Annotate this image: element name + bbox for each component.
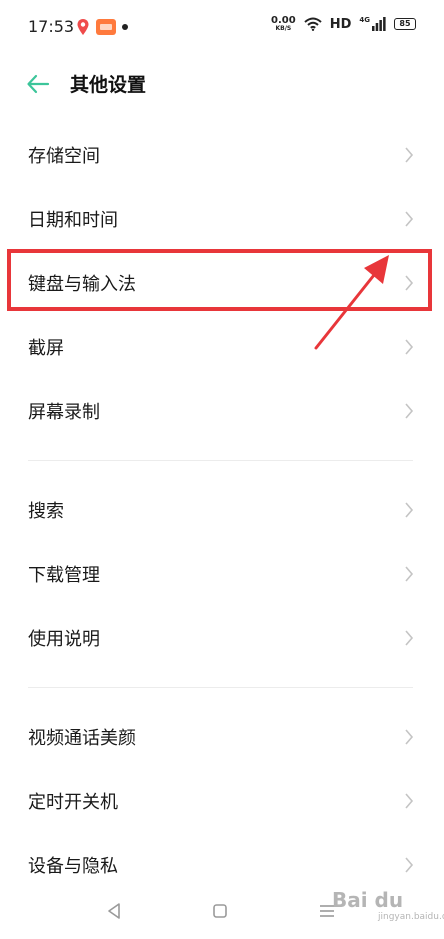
page-title: 其他设置	[70, 74, 147, 96]
menu-item-download-manager[interactable]: 下载管理	[0, 542, 444, 606]
nav-home-icon[interactable]	[212, 903, 228, 919]
network-speed-unit: KB/S	[275, 25, 292, 32]
menu-item-date-time[interactable]: 日期和时间	[0, 187, 444, 251]
network-speed: 0.00 KB/S	[271, 16, 296, 32]
back-arrow-icon[interactable]	[26, 73, 50, 95]
menu-item-label: 日期和时间	[28, 210, 118, 231]
menu-item-label: 使用说明	[28, 629, 100, 650]
chevron-right-icon	[405, 403, 414, 419]
chevron-right-icon	[405, 729, 414, 745]
menu-item-label: 设备与隐私	[28, 856, 118, 877]
menu-item-label: 截屏	[28, 338, 64, 359]
menu-item-video-call-beauty[interactable]: 视频通话美颜	[0, 705, 444, 769]
chevron-right-icon	[405, 502, 414, 518]
menu-item-screen-record[interactable]: 屏幕录制	[0, 379, 444, 443]
status-notification-icons	[76, 18, 128, 36]
chevron-right-icon	[405, 339, 414, 355]
section-divider	[28, 460, 413, 461]
menu-item-scheduled-power[interactable]: 定时开关机	[0, 769, 444, 833]
chevron-right-icon	[405, 566, 414, 582]
status-time: 17:53	[28, 17, 75, 36]
status-system-icons: 0.00 KB/S HD 4G 85	[271, 16, 416, 32]
menu-item-screenshot[interactable]: 截屏	[0, 315, 444, 379]
highlight-annotation-box	[7, 249, 432, 311]
cell-signal: 4G	[359, 17, 386, 31]
chevron-right-icon	[405, 211, 414, 227]
watermark-logo-text: Bai du	[332, 888, 404, 912]
menu-item-search[interactable]: 搜索	[0, 478, 444, 542]
section-divider	[28, 687, 413, 688]
menu-item-user-guide[interactable]: 使用说明	[0, 606, 444, 670]
menu-item-label: 存储空间	[28, 146, 100, 167]
menu-item-storage[interactable]: 存储空间	[0, 123, 444, 187]
notification-dot-icon	[122, 24, 128, 30]
status-bar: 17:53 0.00 KB/S HD 4G 85	[0, 0, 444, 56]
signal-type-label: 4G	[359, 16, 370, 24]
news-app-icon	[96, 19, 116, 35]
wifi-icon	[304, 17, 322, 31]
menu-item-label: 定时开关机	[28, 792, 118, 813]
menu-item-label: 搜索	[28, 501, 64, 522]
nav-back-icon[interactable]	[106, 902, 122, 920]
chevron-right-icon	[405, 630, 414, 646]
watermark-url: jingyan.baidu.com	[378, 912, 444, 922]
menu-item-label: 下载管理	[28, 565, 100, 586]
signal-bars-icon	[372, 17, 386, 31]
chevron-right-icon	[405, 793, 414, 809]
baidu-watermark: Bai du jingyan.baidu.com	[322, 886, 444, 926]
page-header: 其他设置	[0, 60, 444, 108]
chevron-right-icon	[405, 147, 414, 163]
location-pin-icon	[77, 19, 89, 35]
chevron-right-icon	[405, 857, 414, 873]
menu-item-label: 屏幕录制	[28, 402, 100, 423]
menu-item-label: 视频通话美颜	[28, 728, 136, 749]
battery-indicator: 85	[394, 18, 416, 30]
hd-voice-label: HD	[329, 16, 352, 32]
